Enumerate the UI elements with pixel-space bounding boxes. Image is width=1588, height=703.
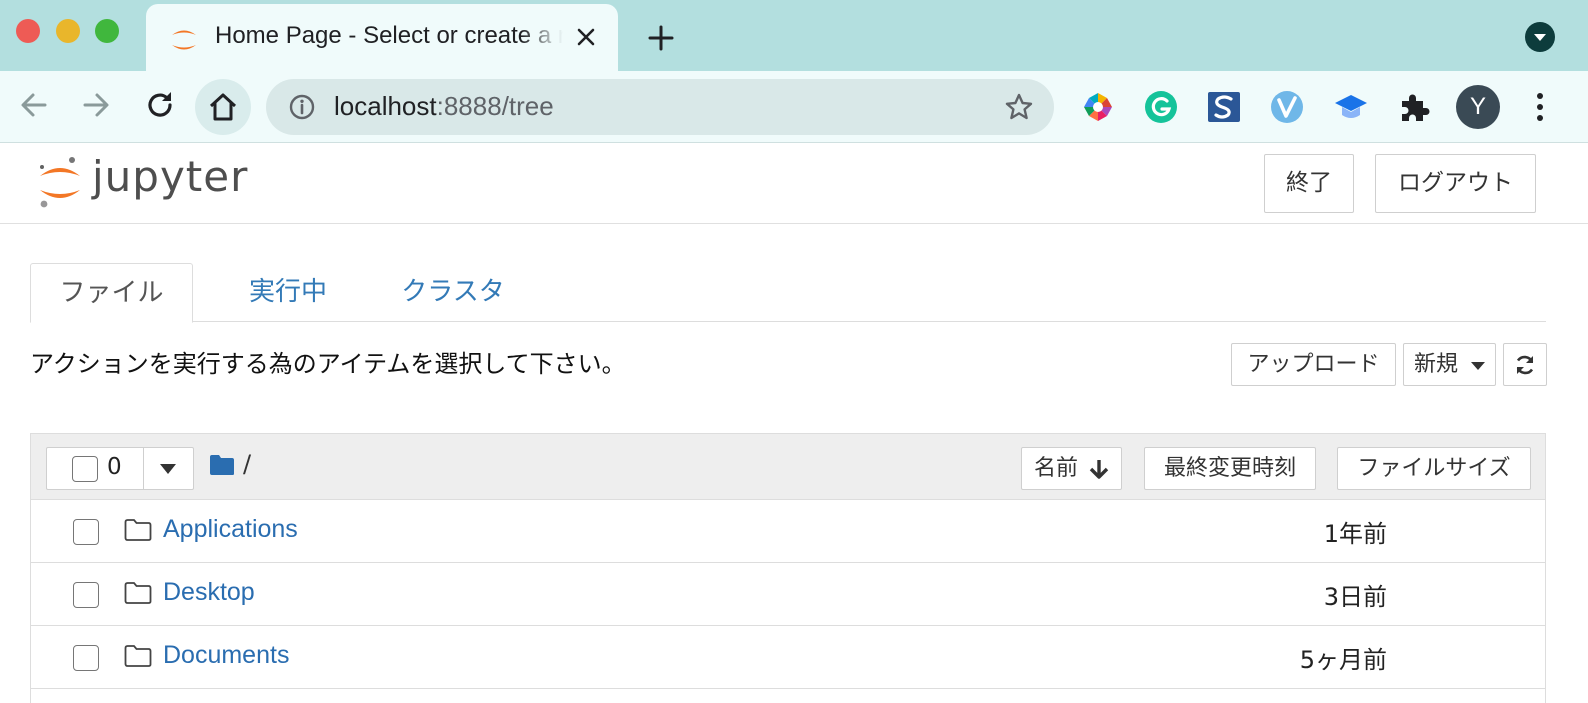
- refresh-button[interactable]: [1503, 343, 1547, 386]
- url-host: localhost: [334, 91, 437, 121]
- extension-icon[interactable]: [1396, 89, 1432, 125]
- notebook-tabs: ファイル 実行中 クラスタ: [30, 263, 1546, 323]
- row-checkbox[interactable]: [73, 645, 99, 671]
- arrow-down-icon: [1089, 460, 1109, 479]
- item-modified: 3日前: [1323, 583, 1387, 611]
- file-list: 0 / 名前 最終変更時刻 ファイルサイズ Applications 1年前 D…: [30, 433, 1546, 703]
- tab-close-icon[interactable]: [574, 25, 598, 49]
- quit-button[interactable]: 終了: [1264, 154, 1354, 213]
- jupyter-header: jupyter 終了 ログアウト: [0, 144, 1588, 224]
- url-text: localhost:8888/tree: [334, 91, 554, 122]
- address-bar[interactable]: localhost:8888/tree: [266, 79, 1054, 135]
- color-wheel-extension-icon[interactable]: [1080, 89, 1116, 125]
- tab-title: Home Page - Select or create a notebook: [215, 22, 563, 49]
- list-item[interactable]: Applications 1年前: [31, 500, 1545, 563]
- window-minimize-button[interactable]: [56, 19, 80, 43]
- reload-icon[interactable]: [142, 87, 178, 123]
- folder-icon[interactable]: [209, 454, 235, 476]
- new-dropdown-button[interactable]: 新規: [1403, 343, 1496, 386]
- info-icon[interactable]: [288, 93, 316, 121]
- tab-search-button[interactable]: [1525, 22, 1555, 52]
- folder-outline-icon: [124, 519, 152, 541]
- file-list-header: 0 / 名前 最終変更時刻 ファイルサイズ: [31, 434, 1545, 500]
- kebab-menu-icon[interactable]: [1530, 91, 1550, 123]
- home-icon: [209, 93, 237, 121]
- home-button[interactable]: [195, 79, 251, 135]
- sort-by-name-button[interactable]: 名前: [1021, 447, 1122, 490]
- select-menu-caret-icon[interactable]: [159, 463, 177, 475]
- folder-outline-icon: [124, 582, 152, 604]
- select-all-group: 0: [46, 447, 194, 490]
- divider: [143, 448, 144, 489]
- jupyter-logo-icon[interactable]: [36, 154, 84, 212]
- instructions-text: アクションを実行する為のアイテムを選択して下さい。: [30, 350, 626, 378]
- sort-name-label: 名前: [1034, 456, 1079, 481]
- s-extension-icon[interactable]: [1206, 89, 1242, 125]
- item-modified: 5ヶ月前: [1299, 646, 1387, 674]
- v-extension-icon[interactable]: [1269, 89, 1305, 125]
- tab-files[interactable]: ファイル: [30, 263, 193, 323]
- jupyter-logo-text[interactable]: jupyter: [92, 152, 248, 201]
- new-button-label: 新規: [1414, 352, 1459, 377]
- list-item[interactable]: Documents 5ヶ月前: [31, 626, 1545, 689]
- sort-by-size-button[interactable]: ファイルサイズ: [1337, 447, 1531, 490]
- row-checkbox[interactable]: [73, 582, 99, 608]
- item-name-link[interactable]: Desktop: [163, 578, 255, 607]
- tab-running[interactable]: 実行中: [220, 263, 356, 322]
- select-all-checkbox[interactable]: [72, 456, 98, 482]
- breadcrumb[interactable]: /: [243, 450, 251, 478]
- caret-down-icon: [1471, 362, 1485, 370]
- forward-icon[interactable]: [78, 87, 114, 123]
- upload-button[interactable]: アップロード: [1231, 343, 1396, 386]
- url-path: :8888/tree: [436, 91, 554, 121]
- item-modified: 1年前: [1323, 520, 1387, 548]
- window-zoom-button[interactable]: [95, 19, 119, 43]
- browser-toolbar: localhost:8888/tree Y: [0, 71, 1588, 143]
- jupyter-favicon-icon: [172, 30, 196, 50]
- browser-tab-strip: Home Page - Select or create a notebook: [0, 0, 1588, 71]
- profile-avatar[interactable]: Y: [1456, 85, 1500, 129]
- list-item[interactable]: Desktop 3日前: [31, 563, 1545, 626]
- row-checkbox[interactable]: [73, 519, 99, 545]
- folder-outline-icon: [124, 645, 152, 667]
- chevron-down-icon: [1534, 34, 1546, 41]
- item-name-link[interactable]: Applications: [163, 515, 298, 544]
- grammarly-extension-icon[interactable]: [1143, 89, 1179, 125]
- back-icon[interactable]: [16, 87, 52, 123]
- refresh-icon: [1516, 355, 1534, 375]
- bookmark-star-icon[interactable]: [1004, 92, 1034, 122]
- tab-clusters[interactable]: クラスタ: [360, 263, 546, 322]
- selected-count: 0: [107, 454, 122, 480]
- item-name-link[interactable]: Documents: [163, 641, 289, 670]
- logout-button[interactable]: ログアウト: [1375, 154, 1536, 213]
- sort-by-modified-button[interactable]: 最終変更時刻: [1144, 447, 1316, 490]
- new-tab-icon[interactable]: [647, 24, 675, 52]
- window-close-button[interactable]: [16, 19, 40, 43]
- graduation-cap-extension-icon[interactable]: [1333, 89, 1369, 125]
- browser-tab-active[interactable]: Home Page - Select or create a notebook: [146, 4, 618, 71]
